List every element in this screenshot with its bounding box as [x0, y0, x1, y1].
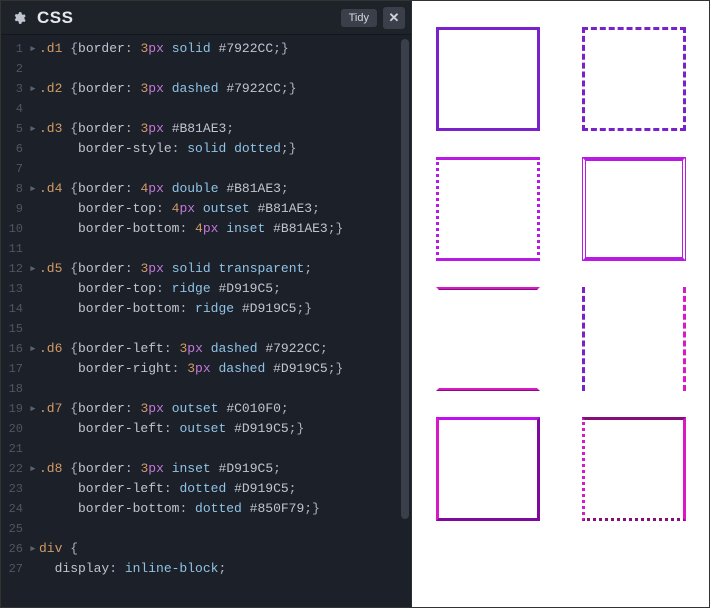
app-frame: CSS Tidy ✕ 12345678910111213141516171819… — [0, 0, 710, 608]
code-line[interactable]: display: inline-block; — [29, 559, 411, 579]
preview-box-d7 — [436, 417, 540, 521]
preview-box-d8 — [582, 417, 686, 521]
preview-box-d2 — [582, 27, 686, 131]
preview-grid — [436, 27, 685, 521]
css-editor-pane: CSS Tidy ✕ 12345678910111213141516171819… — [1, 1, 412, 607]
preview-box-d5 — [436, 287, 540, 391]
code-line[interactable] — [29, 159, 411, 179]
code-line[interactable] — [29, 519, 411, 539]
code-line[interactable] — [29, 239, 411, 259]
code-line[interactable]: border-top: 4px outset #B81AE3; — [29, 199, 411, 219]
code-line[interactable]: ▸.d3 {border: 3px #B81AE3; — [29, 119, 411, 139]
code-line[interactable]: border-top: ridge #D919C5; — [29, 279, 411, 299]
code-line[interactable] — [29, 439, 411, 459]
gear-icon[interactable] — [9, 8, 29, 28]
code-line[interactable] — [29, 379, 411, 399]
code-line[interactable]: border-bottom: ridge #D919C5;} — [29, 299, 411, 319]
preview-box-d6 — [582, 287, 686, 391]
code-line[interactable]: border-bottom: 4px inset #B81AE3;} — [29, 219, 411, 239]
preview-box-d4 — [582, 157, 686, 261]
code-area[interactable]: 1234567891011121314151617181920212223242… — [1, 35, 411, 607]
close-icon[interactable]: ✕ — [383, 7, 405, 29]
code-line[interactable] — [29, 59, 411, 79]
code-line[interactable]: ▸.d6 {border-left: 3px dashed #7922CC; — [29, 339, 411, 359]
code-line[interactable]: ▸.d7 {border: 3px outset #C010F0; — [29, 399, 411, 419]
code-line[interactable]: ▸.d4 {border: 4px double #B81AE3; — [29, 179, 411, 199]
code-line[interactable] — [29, 319, 411, 339]
code-line[interactable]: ▸.d2 {border: 3px dashed #7922CC;} — [29, 79, 411, 99]
code-line[interactable]: ▸.d1 {border: 3px solid #7922CC;} — [29, 39, 411, 59]
code-line[interactable]: ▸.d5 {border: 3px solid transparent; — [29, 259, 411, 279]
tidy-button[interactable]: Tidy — [341, 9, 377, 27]
line-number-gutter: 1234567891011121314151617181920212223242… — [1, 35, 29, 607]
editor-header: CSS Tidy ✕ — [1, 1, 411, 35]
preview-box-d3 — [436, 157, 540, 261]
code-line[interactable]: border-bottom: dotted #850F79;} — [29, 499, 411, 519]
preview-box-d1 — [436, 27, 540, 131]
code-line[interactable]: border-left: outset #D919C5;} — [29, 419, 411, 439]
preview-pane — [412, 1, 709, 607]
code-line[interactable]: ▸div { — [29, 539, 411, 559]
code-line[interactable]: border-style: solid dotted;} — [29, 139, 411, 159]
code-line[interactable] — [29, 99, 411, 119]
code-content[interactable]: ▸.d1 {border: 3px solid #7922CC;} ▸.d2 {… — [29, 35, 411, 607]
code-line[interactable]: border-left: dotted #D919C5; — [29, 479, 411, 499]
code-line[interactable]: ▸.d8 {border: 3px inset #D919C5; — [29, 459, 411, 479]
scrollbar-thumb[interactable] — [401, 39, 409, 519]
editor-title: CSS — [37, 8, 73, 28]
code-line[interactable]: border-right: 3px dashed #D919C5;} — [29, 359, 411, 379]
